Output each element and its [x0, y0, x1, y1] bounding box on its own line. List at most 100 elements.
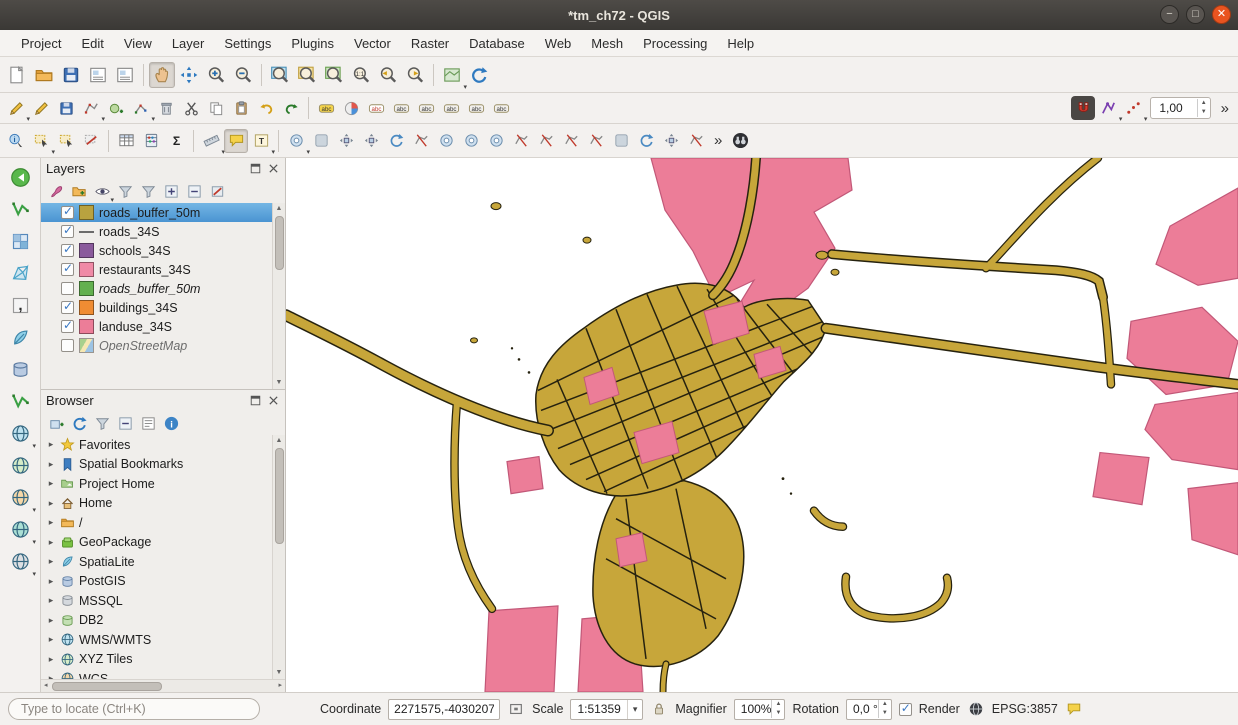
add-raster-layer-button[interactable]	[6, 227, 34, 255]
browser-help-button[interactable]: i	[161, 413, 181, 433]
text-annotation-button[interactable]: T▾	[249, 129, 273, 153]
add-feature-button[interactable]	[104, 96, 128, 120]
layer-item-roads-34s[interactable]: roads_34S	[41, 222, 272, 241]
rotate-point-symbols-button[interactable]	[634, 129, 658, 153]
scroll-down-icon[interactable]: ▼	[276, 667, 283, 679]
expander-icon[interactable]: ▸	[46, 556, 56, 567]
refresh-button[interactable]	[466, 62, 492, 88]
add-vector-layer-button[interactable]	[6, 195, 34, 223]
browser-item-wcs[interactable]: ▸WCS	[41, 669, 272, 679]
current-edits-button[interactable]: ▾	[4, 96, 28, 120]
menu-mesh[interactable]: Mesh	[582, 32, 632, 55]
layers-scrollbar[interactable]: ▲ ▼	[272, 203, 285, 389]
new-print-layout-button[interactable]	[85, 62, 111, 88]
statistical-summary-button[interactable]: Σ	[164, 129, 188, 153]
browser-item-geopackage[interactable]: ▸GeoPackage	[41, 533, 272, 553]
lock-scale-icon[interactable]	[650, 700, 668, 718]
add-wms-layer-button[interactable]: ▾	[6, 419, 34, 447]
layer-visibility-checkbox[interactable]	[61, 206, 74, 219]
layer-labeling-button[interactable]: abc	[314, 96, 338, 120]
show-properties-button[interactable]	[138, 413, 158, 433]
browser-item-wms-wmts[interactable]: ▸WMS/WMTS	[41, 630, 272, 650]
project-save-button[interactable]	[58, 62, 84, 88]
layer-item-roads-buffer-50m[interactable]: roads_buffer_50m	[41, 203, 272, 222]
zoom-to-selection-button[interactable]	[294, 62, 320, 88]
layer-visibility-checkbox[interactable]	[61, 263, 74, 276]
add-spatialite-layer-button[interactable]	[6, 323, 34, 351]
expander-icon[interactable]: ▸	[46, 576, 56, 587]
highlight-labels-button[interactable]: abc	[414, 96, 438, 120]
rotate-feature-button[interactable]	[384, 129, 408, 153]
filter-legend-button[interactable]	[115, 181, 135, 201]
layer-item-schools-34s[interactable]: schools_34S	[41, 241, 272, 260]
identify-features-button[interactable]: i	[4, 129, 28, 153]
menu-web[interactable]: Web	[536, 32, 581, 55]
expander-icon[interactable]: ▸	[46, 595, 56, 606]
menu-edit[interactable]: Edit	[72, 32, 112, 55]
simplify-feature-button[interactable]	[409, 129, 433, 153]
browser-item-db2[interactable]: ▸DB2	[41, 611, 272, 631]
snapping-button[interactable]	[1071, 96, 1095, 120]
toggle-editing-button[interactable]	[29, 96, 53, 120]
menu-layer[interactable]: Layer	[163, 32, 214, 55]
collapse-all-button[interactable]	[115, 413, 135, 433]
vertex-tool-button[interactable]: ▾	[129, 96, 153, 120]
zoom-out-button[interactable]	[230, 62, 256, 88]
menu-settings[interactable]: Settings	[215, 32, 280, 55]
spin-arrows-icon[interactable]: ▲▼	[878, 700, 891, 718]
remove-layer-button[interactable]	[207, 181, 227, 201]
layer-symbol-swatch[interactable]	[79, 319, 94, 334]
fill-ring-button[interactable]	[484, 129, 508, 153]
add-wcs-layer-button[interactable]: ▾	[6, 483, 34, 511]
menu-plugins[interactable]: Plugins	[282, 32, 343, 55]
move-feature-button[interactable]	[334, 129, 358, 153]
layer-visibility-checkbox[interactable]	[61, 282, 74, 295]
rotate-label-button[interactable]: abc	[464, 96, 488, 120]
add-mesh-layer-button[interactable]	[6, 259, 34, 287]
scroll-handle[interactable]	[275, 448, 284, 544]
add-ring-button[interactable]	[434, 129, 458, 153]
layer-symbol-line[interactable]	[79, 224, 94, 239]
expander-icon[interactable]: ▸	[46, 654, 56, 665]
browser-panel-dock-icon[interactable]	[248, 394, 262, 408]
expander-icon[interactable]: ▸	[46, 439, 56, 450]
extents-toggle-icon[interactable]	[507, 700, 525, 718]
select-by-expression-button[interactable]	[54, 129, 78, 153]
layer-item-roads-buffer-50m[interactable]: roads_buffer_50m	[41, 279, 272, 298]
map-tips-button[interactable]	[224, 129, 248, 153]
filter-browser-button[interactable]	[92, 413, 112, 433]
measure-button[interactable]: ▾	[199, 129, 223, 153]
digitize-shape-button[interactable]: ▾	[1121, 96, 1145, 120]
delete-selected-button[interactable]	[154, 96, 178, 120]
scroll-handle[interactable]	[275, 216, 284, 270]
expander-icon[interactable]: ▸	[46, 498, 56, 509]
new-map-view-button[interactable]: ▾	[439, 62, 465, 88]
shape-digitizing-button[interactable]: ▾	[284, 129, 308, 153]
layer-symbol-swatch[interactable]	[79, 262, 94, 277]
zoom-in-button[interactable]	[203, 62, 229, 88]
layers-panel-dock-icon[interactable]	[248, 162, 262, 176]
collapse-all-button[interactable]	[184, 181, 204, 201]
locate-input[interactable]	[8, 698, 260, 720]
expander-icon[interactable]: ▸	[46, 478, 56, 489]
browser-horizontal-scrollbar[interactable]: ◂ ▸	[41, 679, 285, 692]
map-canvas[interactable]	[286, 158, 1238, 692]
expander-icon[interactable]: ▸	[46, 459, 56, 470]
scroll-up-icon[interactable]: ▲	[276, 435, 283, 447]
pan-map-button[interactable]	[149, 62, 175, 88]
add-arcgis-layer-button[interactable]: ▾	[6, 547, 34, 575]
menu-processing[interactable]: Processing	[634, 32, 716, 55]
menu-database[interactable]: Database	[460, 32, 534, 55]
browser-item-home[interactable]: ▸Home	[41, 494, 272, 514]
split-parts-button[interactable]	[584, 129, 608, 153]
open-layer-styling-button[interactable]	[46, 181, 66, 201]
digitize-tool-button[interactable]: ▾	[79, 96, 103, 120]
maximize-button[interactable]: □	[1186, 5, 1205, 24]
reshape-features-button[interactable]	[534, 129, 558, 153]
stroke-width-spin[interactable]: 1,00▲▼	[1150, 97, 1210, 119]
pin-labels-button[interactable]: abc	[389, 96, 413, 120]
layer-visibility-checkbox[interactable]	[61, 301, 74, 314]
browser-panel-close-icon[interactable]	[266, 394, 280, 408]
minimize-button[interactable]: −	[1160, 5, 1179, 24]
add-wfs-layer-button[interactable]: ▾	[6, 515, 34, 543]
